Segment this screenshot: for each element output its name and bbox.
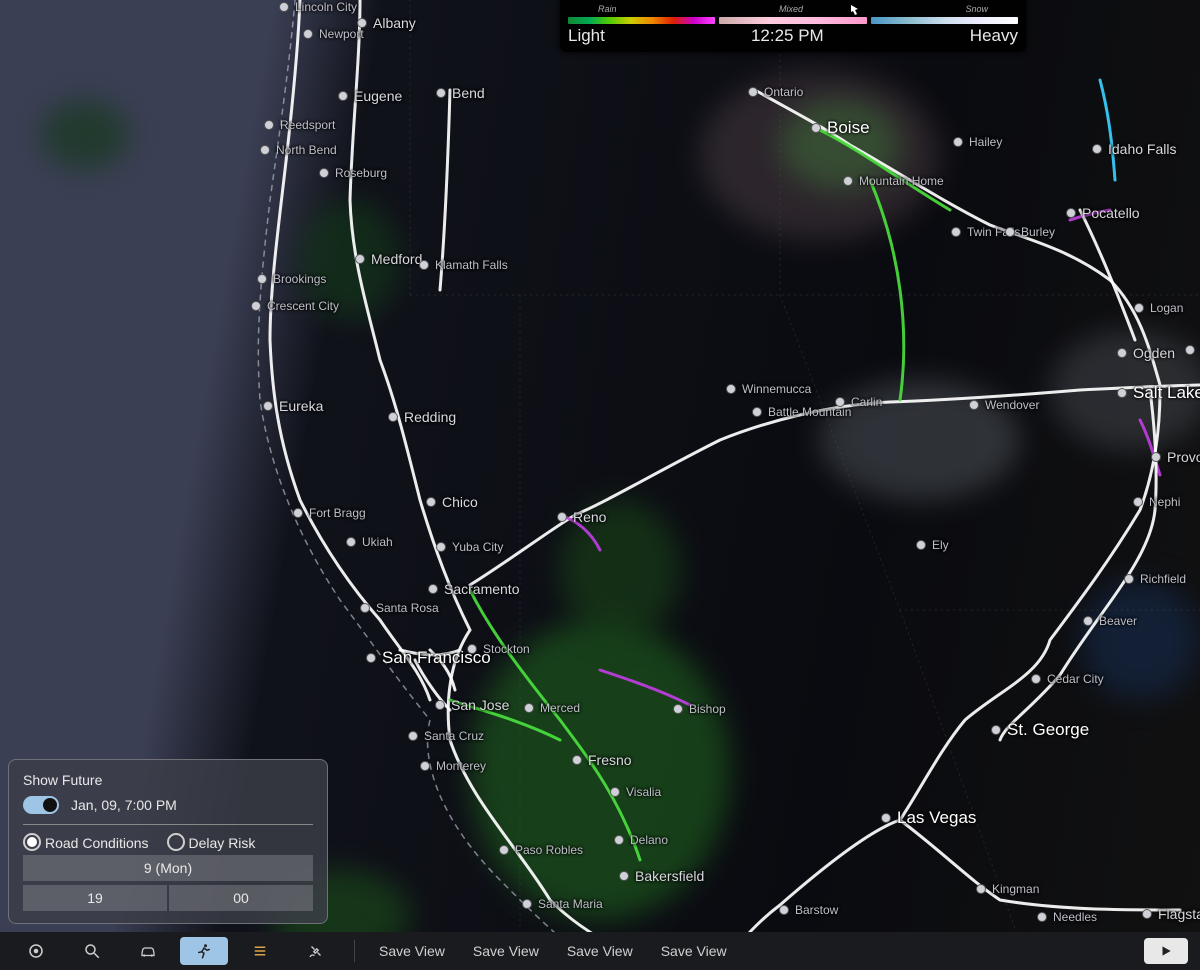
city-twin-falls: Twin Falls <box>951 225 1020 239</box>
city-wendover: Wendover <box>969 398 1039 412</box>
date-picker-day[interactable]: 9 (Mon) <box>23 855 313 881</box>
city-hailey: Hailey <box>953 135 1002 149</box>
city-albany: Albany <box>357 15 416 31</box>
city-reno: Reno <box>557 509 606 525</box>
city-st.-george: St. George <box>991 720 1089 740</box>
city-barstow: Barstow <box>779 903 838 917</box>
city-carlin: Carlin <box>835 395 882 409</box>
panel-title: Show Future <box>23 772 313 788</box>
city-north-bend: North Bend <box>260 143 337 157</box>
legend-light: Light <box>568 26 605 46</box>
city-provo: Provo <box>1151 449 1200 465</box>
city-fort-bragg: Fort Bragg <box>293 506 366 520</box>
city-las-vegas: Las Vegas <box>881 808 976 828</box>
city-mountain-home: Mountain Home <box>843 174 944 188</box>
car-icon[interactable] <box>124 937 172 965</box>
city-ogden: Ogden <box>1117 345 1175 361</box>
target-icon[interactable] <box>12 937 60 965</box>
legend-rain: Rain <box>598 4 617 14</box>
city-brookings: Brookings <box>257 272 326 286</box>
city-eureka: Eureka <box>263 398 323 414</box>
time-picker-minute[interactable]: 00 <box>169 885 313 911</box>
city-ontario: Ontario <box>748 85 803 99</box>
show-future-panel: Show Future Jan, 09, 7:00 PM Road Condit… <box>8 759 328 924</box>
city-salt-lake-city: Salt Lake City <box>1117 383 1200 403</box>
save-view-3[interactable]: Save View <box>557 943 643 959</box>
city-newport: Newport <box>303 27 364 41</box>
city-roseburg: Roseburg <box>319 166 387 180</box>
city-reedsport: Reedsport <box>264 118 335 132</box>
city-idaho-falls: Idaho Falls <box>1092 141 1176 157</box>
city-bishop: Bishop <box>673 702 726 716</box>
legend-cursor-icon <box>850 4 862 16</box>
city-burley: Burley <box>1005 225 1055 239</box>
city-kingman: Kingman <box>976 882 1039 896</box>
legend-snow: Snow <box>965 4 988 14</box>
legend-mixed: Mixed <box>779 4 803 14</box>
city-flagstaff: Flagstaff <box>1142 906 1200 922</box>
city-boise: Boise <box>811 118 870 138</box>
city-medford: Medford <box>355 251 422 267</box>
city-santa-maria: Santa Maria <box>522 897 603 911</box>
city-bakersfield: Bakersfield <box>619 868 704 884</box>
city-klamath-falls: Klamath Falls <box>419 258 508 272</box>
legend-gradient-bars <box>568 16 1018 24</box>
city-fresno: Fresno <box>572 752 632 768</box>
city-bend: Bend <box>436 85 485 101</box>
city-paso-robles: Paso Robles <box>499 843 583 857</box>
city-cedar-city: Cedar City <box>1031 672 1104 686</box>
radio-road-conditions[interactable]: Road Conditions <box>23 833 149 851</box>
save-view-4[interactable]: Save View <box>651 943 737 959</box>
city-winnemucca: Winnemucca <box>726 382 811 396</box>
city-merced: Merced <box>524 701 580 715</box>
play-button[interactable] <box>1144 938 1188 964</box>
search-icon[interactable] <box>68 937 116 965</box>
city-richfield: Richfield <box>1124 572 1186 586</box>
legend-time: 12:25 PM <box>751 26 824 46</box>
city-san-jose: San Jose <box>435 697 509 713</box>
city-crescent-city: Crescent City <box>251 299 339 313</box>
city-nephi: Nephi <box>1133 495 1180 509</box>
city-san-francisco: San Francisco <box>366 648 491 668</box>
running-icon[interactable] <box>180 937 228 965</box>
radio-delay-risk[interactable]: Delay Risk <box>167 833 256 851</box>
city-evan: Evan <box>1185 343 1200 357</box>
city-santa-cruz: Santa Cruz <box>408 729 484 743</box>
city-visalia: Visalia <box>610 785 661 799</box>
city-ukiah: Ukiah <box>346 535 393 549</box>
city-lincoln-city: Lincoln City <box>279 0 357 14</box>
legend-heavy: Heavy <box>970 26 1018 46</box>
city-beaver: Beaver <box>1083 614 1137 628</box>
city-stockton: Stockton <box>467 642 530 656</box>
city-redding: Redding <box>388 409 456 425</box>
city-logan: Logan <box>1134 301 1183 315</box>
save-view-1[interactable]: Save View <box>369 943 455 959</box>
city-ely: Ely <box>916 538 949 552</box>
city-sacramento: Sacramento <box>428 581 519 597</box>
city-pocatello: Pocatello <box>1066 205 1140 221</box>
save-view-2[interactable]: Save View <box>463 943 549 959</box>
menu-icon[interactable] <box>236 937 284 965</box>
future-toggle[interactable] <box>23 796 59 814</box>
city-eugene: Eugene <box>338 88 402 104</box>
bottom-toolbar: Save View Save View Save View Save View <box>0 932 1200 970</box>
city-battle-mountain: Battle Mountain <box>752 405 851 419</box>
city-needles: Needles <box>1037 910 1097 924</box>
city-delano: Delano <box>614 833 668 847</box>
time-picker-hour[interactable]: 19 <box>23 885 167 911</box>
city-chico: Chico <box>426 494 478 510</box>
precipitation-legend: Rain Mixed Snow Light 12:25 PM Heavy <box>560 0 1026 52</box>
city-yuba-city: Yuba City <box>436 540 503 554</box>
satellite-icon[interactable] <box>292 937 340 965</box>
future-datetime: Jan, 09, 7:00 PM <box>71 797 177 813</box>
city-monterey: Monterey <box>420 759 486 773</box>
city-santa-rosa: Santa Rosa <box>360 601 439 615</box>
